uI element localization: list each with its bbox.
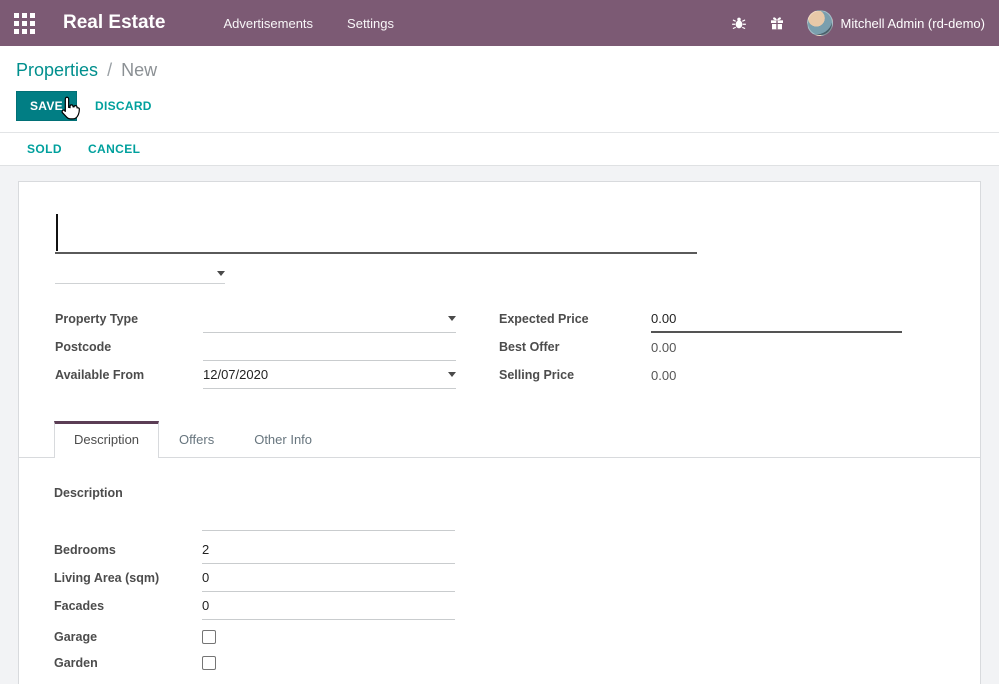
property-name-input[interactable]	[55, 212, 697, 254]
notebook: Description Offers Other Info Descriptio…	[19, 420, 980, 684]
available-from-value: 12/07/2020	[203, 367, 268, 382]
field-row-facades: Facades 0	[54, 592, 945, 620]
main-field-group: Property Type Postcode Available Fr	[55, 305, 944, 389]
right-column: Expected Price 0.00 Best Offer 0.00 Sell…	[499, 305, 943, 389]
field-row-property-type: Property Type	[55, 305, 499, 333]
selling-price-label: Selling Price	[499, 368, 651, 382]
gift-icon[interactable]	[769, 15, 785, 31]
living-area-label: Living Area (sqm)	[54, 571, 202, 585]
garage-label: Garage	[54, 630, 202, 644]
user-menu[interactable]: Mitchell Admin (rd-demo)	[807, 10, 986, 36]
facades-input[interactable]: 0	[202, 592, 455, 620]
expected-price-label: Expected Price	[499, 312, 651, 326]
garden-checkbox[interactable]	[202, 656, 216, 670]
control-panel: Properties / New SAVE DISCARD	[0, 46, 999, 133]
discard-button[interactable]: DISCARD	[91, 92, 156, 120]
garden-area-input[interactable]: 0	[202, 676, 455, 684]
tab-bar: Description Offers Other Info	[19, 420, 980, 458]
expected-price-value: 0.00	[651, 311, 676, 326]
bedrooms-value: 2	[202, 542, 209, 557]
postcode-label: Postcode	[55, 340, 203, 354]
property-type-label: Property Type	[55, 312, 203, 326]
field-row-postcode: Postcode	[55, 333, 499, 361]
garden-label: Garden	[54, 656, 202, 670]
garage-checkbox[interactable]	[202, 630, 216, 644]
property-type-input[interactable]	[203, 305, 456, 333]
menu-advertisements[interactable]: Advertisements	[221, 12, 315, 35]
field-row-best-offer: Best Offer 0.00	[499, 333, 943, 361]
user-name: Mitchell Admin (rd-demo)	[841, 16, 986, 31]
facades-label: Facades	[54, 599, 202, 613]
tab-content-description: Description Bedrooms 2 Living Area (sqm)…	[19, 458, 980, 684]
postcode-input[interactable]	[203, 333, 456, 361]
left-column: Property Type Postcode Available Fr	[55, 305, 499, 389]
statusbar: SOLD CANCEL	[0, 133, 999, 166]
best-offer-label: Best Offer	[499, 340, 651, 354]
field-row-description: Description	[54, 483, 945, 531]
chevron-down-icon[interactable]	[448, 316, 456, 321]
selling-price-text: 0.00	[651, 368, 676, 383]
bedrooms-label: Bedrooms	[54, 543, 202, 557]
description-input[interactable]	[202, 483, 455, 531]
available-from-input[interactable]: 12/07/2020	[203, 361, 456, 389]
bug-icon[interactable]	[731, 15, 747, 31]
field-row-garden: Garden	[54, 650, 945, 676]
top-menu: Advertisements Settings	[221, 12, 396, 35]
cancel-button[interactable]: CANCEL	[88, 138, 140, 160]
field-row-garden-area: Garden Area (sqm) 0	[54, 676, 945, 684]
field-row-bedrooms: Bedrooms 2	[54, 536, 945, 564]
form-sheet: Property Type Postcode Available Fr	[18, 181, 981, 684]
breadcrumb-new: New	[121, 60, 157, 80]
breadcrumb-properties[interactable]: Properties	[16, 60, 98, 80]
best-offer-text: 0.00	[651, 340, 676, 355]
control-panel-buttons: SAVE DISCARD	[16, 91, 983, 121]
living-area-input[interactable]: 0	[202, 564, 455, 592]
top-navbar: Real Estate Advertisements Settings	[0, 0, 999, 46]
app-title[interactable]: Real Estate	[63, 12, 165, 34]
field-row-available-from: Available From 12/07/2020	[55, 361, 499, 389]
breadcrumb-separator: /	[103, 60, 116, 80]
app-window: Real Estate Advertisements Settings	[0, 0, 999, 684]
tab-description[interactable]: Description	[54, 421, 159, 458]
available-from-label: Available From	[55, 368, 203, 382]
breadcrumb: Properties / New	[16, 59, 983, 81]
chevron-down-icon[interactable]	[448, 372, 456, 377]
expected-price-input[interactable]: 0.00	[651, 305, 902, 333]
best-offer-value: 0.00	[651, 333, 902, 361]
bedrooms-input[interactable]: 2	[202, 536, 455, 564]
field-row-garage: Garage	[54, 624, 945, 650]
field-row-selling-price: Selling Price 0.00	[499, 361, 943, 389]
form-background: Property Type Postcode Available Fr	[0, 166, 999, 684]
save-button[interactable]: SAVE	[16, 91, 77, 121]
text-caret	[56, 214, 58, 251]
tab-other-info[interactable]: Other Info	[234, 421, 332, 458]
chevron-down-icon[interactable]	[217, 271, 225, 276]
topbar-right: Mitchell Admin (rd-demo)	[731, 10, 986, 36]
tab-offers[interactable]: Offers	[159, 421, 234, 458]
apps-grid-icon[interactable]	[14, 13, 35, 34]
avatar	[807, 10, 833, 36]
facades-value: 0	[202, 598, 209, 613]
living-area-value: 0	[202, 570, 209, 585]
field-row-expected-price: Expected Price 0.00	[499, 305, 943, 333]
description-label: Description	[54, 483, 202, 500]
field-row-living-area: Living Area (sqm) 0	[54, 564, 945, 592]
tags-input[interactable]	[55, 255, 225, 284]
selling-price-value: 0.00	[651, 361, 902, 389]
menu-settings[interactable]: Settings	[345, 12, 396, 35]
sold-button[interactable]: SOLD	[27, 138, 62, 160]
